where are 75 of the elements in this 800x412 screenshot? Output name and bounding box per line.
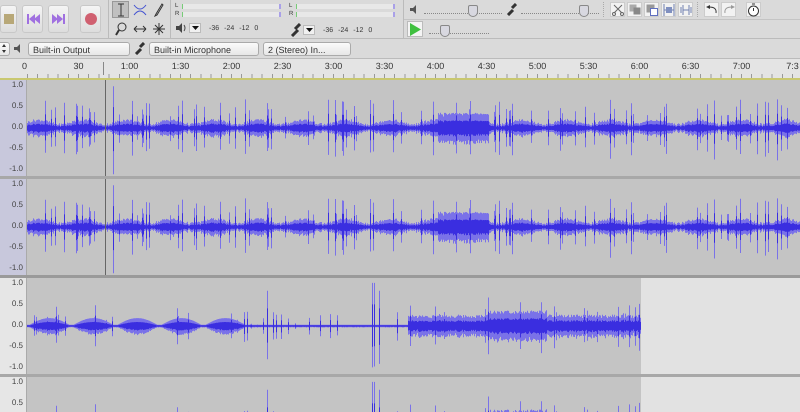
amplitude-label: 0.5 — [12, 398, 23, 408]
amplitude-label: 0.0 — [12, 320, 23, 330]
time-label: 1:30 — [172, 61, 190, 71]
amplitude-label: -1.0 — [9, 362, 23, 372]
cut-button[interactable] — [610, 2, 625, 17]
output-device-dropdown[interactable]: Built-in Output — [28, 42, 130, 56]
skip-to-end-icon — [52, 14, 66, 24]
time-label: 5:00 — [528, 61, 546, 71]
time-label: 1:00 — [120, 61, 138, 71]
undo-button[interactable] — [704, 2, 719, 17]
amplitude-label: -0.5 — [9, 143, 23, 153]
skip-start-button[interactable] — [22, 5, 43, 33]
time-label: 2:00 — [222, 61, 240, 71]
skip-end-button[interactable] — [48, 5, 69, 33]
recording-volume-slider[interactable] — [521, 7, 599, 14]
playback-volume-slider[interactable] — [424, 7, 502, 14]
amplitude-label: 0.5 — [12, 299, 23, 309]
amplitude-label: 0.5 — [12, 101, 23, 111]
select-tool-button[interactable] — [112, 1, 129, 18]
dropdown-button[interactable] — [303, 25, 315, 35]
amplitude-label: 1.0 — [12, 179, 23, 189]
multi-tool-button[interactable] — [150, 20, 167, 37]
input-device-dropdown[interactable]: Built-in Microphone — [149, 42, 259, 56]
audio-host-dropdown[interactable] — [0, 42, 10, 56]
waveform-drawing[interactable] — [27, 179, 800, 275]
amplitude-label: 1.0 — [12, 377, 23, 387]
stop-icon — [2, 13, 14, 25]
microphone-icon — [506, 3, 517, 16]
microphone-icon — [289, 23, 301, 37]
time-label: 7:00 — [732, 61, 750, 71]
time-label: 30 — [73, 61, 84, 71]
amplitude-label: 0.0 — [12, 221, 23, 231]
waveform-drawing[interactable] — [27, 80, 800, 176]
amplitude-label: -1.0 — [9, 164, 23, 174]
caret-icon — [192, 26, 198, 30]
microphone-icon — [134, 42, 145, 55]
amplitude-label: 0.0 — [12, 122, 23, 132]
time-label: 7:3 — [786, 61, 799, 71]
amplitude-label: 0.5 — [12, 200, 23, 210]
caret-icon — [306, 28, 312, 32]
up-down-arrows-icon — [2, 44, 6, 52]
slider-thumb[interactable] — [468, 5, 478, 17]
amplitude-label: 1.0 — [12, 278, 23, 288]
amplitude-label: -1.0 — [9, 263, 23, 273]
time-label: 5:30 — [580, 61, 598, 71]
playback-speed-slider[interactable] — [429, 26, 489, 34]
silence-button[interactable] — [678, 2, 693, 17]
amplitude-label: -0.5 — [9, 242, 23, 252]
time-label: 3:00 — [324, 61, 342, 71]
channels-dropdown[interactable]: 2 (Stereo) In... — [263, 42, 351, 56]
trim-button[interactable] — [661, 2, 676, 17]
amplitude-label: -0.5 — [9, 341, 23, 351]
speaker-icon — [175, 23, 187, 33]
skip-to-start-icon — [26, 14, 40, 24]
time-label: 4:00 — [426, 61, 444, 71]
time-label: 2:30 — [274, 61, 292, 71]
slider-thumb[interactable] — [579, 5, 590, 17]
copy-button[interactable] — [627, 2, 642, 17]
timeline-ruler[interactable]: 0 30 1:00 1:30 2:00 2:30 3:00 3:30 4:00 4:30 5:00 5:30 6:00 6:30 7:00 7:3 — [0, 59, 800, 80]
paste-button[interactable] — [644, 2, 659, 17]
time-label: 6:30 — [682, 61, 700, 71]
time-label: 6:00 — [630, 61, 648, 71]
record-icon — [84, 12, 98, 26]
timer-button[interactable] — [746, 2, 761, 17]
double-arrow-icon — [132, 24, 146, 32]
dropdown-button[interactable] — [189, 23, 201, 33]
time-label: 3:30 — [376, 61, 394, 71]
slider-thumb[interactable] — [440, 24, 450, 36]
time-label: 4:30 — [478, 61, 496, 71]
time-label: 0 — [22, 61, 27, 71]
amplitude-label: 1.0 — [12, 80, 23, 90]
waveform-drawing[interactable] — [27, 278, 800, 374]
i-beam-icon — [116, 2, 124, 16]
record-button[interactable] — [80, 5, 101, 33]
playhead-marker — [103, 62, 104, 75]
